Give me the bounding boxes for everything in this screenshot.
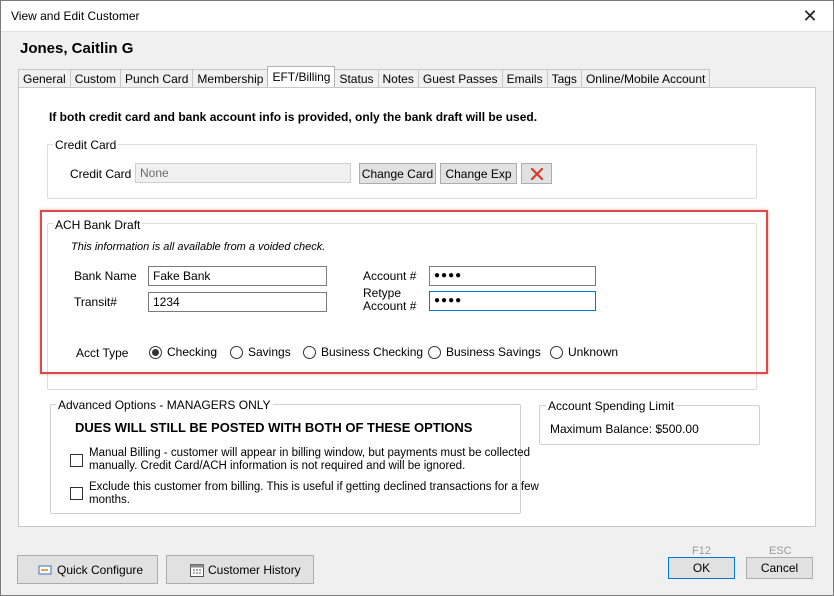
- customer-history-button[interactable]: Customer History: [166, 555, 314, 584]
- quick-configure-icon: [38, 565, 52, 574]
- credit-card-group-title: Credit Card: [53, 138, 119, 152]
- tab-online-mobile-account[interactable]: Online/Mobile Account: [580, 69, 711, 87]
- tab-emails[interactable]: Emails: [501, 69, 548, 87]
- manual-billing-checkbox[interactable]: [70, 454, 83, 467]
- cancel-shortcut-hint: ESC: [769, 545, 792, 557]
- tab-general[interactable]: General: [18, 69, 71, 87]
- close-icon[interactable]: ✕: [787, 1, 833, 32]
- radio-checking[interactable]: [149, 345, 162, 359]
- advanced-options-title: Advanced Options - MANAGERS ONLY: [56, 398, 273, 412]
- quick-configure-label: Quick Configure: [57, 562, 144, 577]
- transit-label: Transit#: [74, 295, 117, 309]
- spending-limit-title: Account Spending Limit: [546, 399, 677, 413]
- radio-business-savings[interactable]: [428, 345, 441, 359]
- acct-type-checking[interactable]: Checking: [149, 345, 217, 359]
- delete-card-button[interactable]: [521, 163, 552, 184]
- calendar-icon: [190, 563, 204, 577]
- bank-name-input[interactable]: Fake Bank: [148, 266, 327, 286]
- exclude-billing-label-line1: Exclude this customer from billing. This…: [89, 481, 539, 493]
- quick-configure-button[interactable]: Quick Configure: [17, 555, 158, 584]
- tab-punch-card[interactable]: Punch Card: [120, 69, 194, 87]
- ok-shortcut-hint: F12: [692, 545, 711, 557]
- title-bar: View and Edit Customer ✕: [1, 1, 833, 32]
- retype-label-line1: Retype: [363, 286, 402, 300]
- tab-notes[interactable]: Notes: [377, 69, 419, 87]
- acct-type-unknown-label: Unknown: [568, 345, 619, 359]
- customer-history-label: Customer History: [208, 562, 301, 577]
- acct-type-savings[interactable]: Savings: [230, 345, 291, 359]
- credit-card-field: None: [135, 163, 351, 183]
- radio-unknown[interactable]: [550, 345, 563, 359]
- billing-notice: If both credit card and bank account inf…: [49, 110, 538, 124]
- acct-type-checking-label: Checking: [167, 345, 218, 359]
- ok-button[interactable]: OK: [668, 557, 735, 579]
- acct-type-business-checking-label: Business Checking: [321, 345, 424, 359]
- retype-label-line2: Account #: [363, 299, 417, 313]
- tab-membership[interactable]: Membership: [192, 69, 269, 87]
- acct-type-savings-label: Savings: [248, 345, 291, 359]
- acct-type-business-savings[interactable]: Business Savings: [428, 345, 541, 359]
- transit-input[interactable]: 1234: [148, 292, 327, 312]
- exclude-billing-label-line2: months.: [89, 494, 130, 506]
- account-label: Account #: [363, 269, 417, 283]
- tab-custom[interactable]: Custom: [69, 69, 122, 87]
- maximum-balance-text: Maximum Balance: $500.00: [550, 422, 699, 436]
- cancel-button[interactable]: Cancel: [746, 557, 813, 579]
- exclude-billing-checkbox[interactable]: [70, 487, 83, 500]
- ach-hint: This information is all available from a…: [71, 241, 326, 253]
- acct-type-label: Acct Type: [76, 346, 129, 360]
- change-exp-button[interactable]: Change Exp: [440, 163, 517, 184]
- acct-type-unknown[interactable]: Unknown: [550, 345, 618, 359]
- red-x-icon: [530, 167, 543, 180]
- ach-group-title: ACH Bank Draft: [53, 218, 143, 232]
- bank-name-label: Bank Name: [74, 269, 137, 283]
- window-title: View and Edit Customer: [11, 9, 140, 23]
- acct-type-business-checking[interactable]: Business Checking: [303, 345, 423, 359]
- customer-dialog: View and Edit Customer ✕ Jones, Caitlin …: [0, 0, 834, 596]
- radio-selected-dot: [152, 348, 159, 356]
- tab-guest-passes[interactable]: Guest Passes: [417, 69, 503, 87]
- acct-type-business-savings-label: Business Savings: [446, 345, 541, 359]
- tab-tags[interactable]: Tags: [546, 69, 582, 87]
- retype-account-input[interactable]: ●●●●: [429, 291, 596, 311]
- tab-status[interactable]: Status: [334, 69, 379, 87]
- customer-name: Jones, Caitlin G: [20, 40, 134, 57]
- credit-card-label: Credit Card: [70, 167, 132, 181]
- tab-strip: General Custom Punch Card Membership EFT…: [18, 66, 711, 87]
- manual-billing-label-line1: Manual Billing - customer will appear in…: [89, 447, 531, 459]
- manual-billing-label-line2: manually. Credit Card/ACH information is…: [89, 460, 466, 472]
- advanced-warning: DUES WILL STILL BE POSTED WITH BOTH OF T…: [75, 420, 473, 435]
- tab-eft-billing[interactable]: EFT/Billing: [267, 66, 336, 87]
- radio-business-checking[interactable]: [303, 345, 316, 359]
- account-input[interactable]: ●●●●: [429, 266, 596, 286]
- change-card-button[interactable]: Change Card: [359, 163, 436, 184]
- radio-savings[interactable]: [230, 345, 243, 359]
